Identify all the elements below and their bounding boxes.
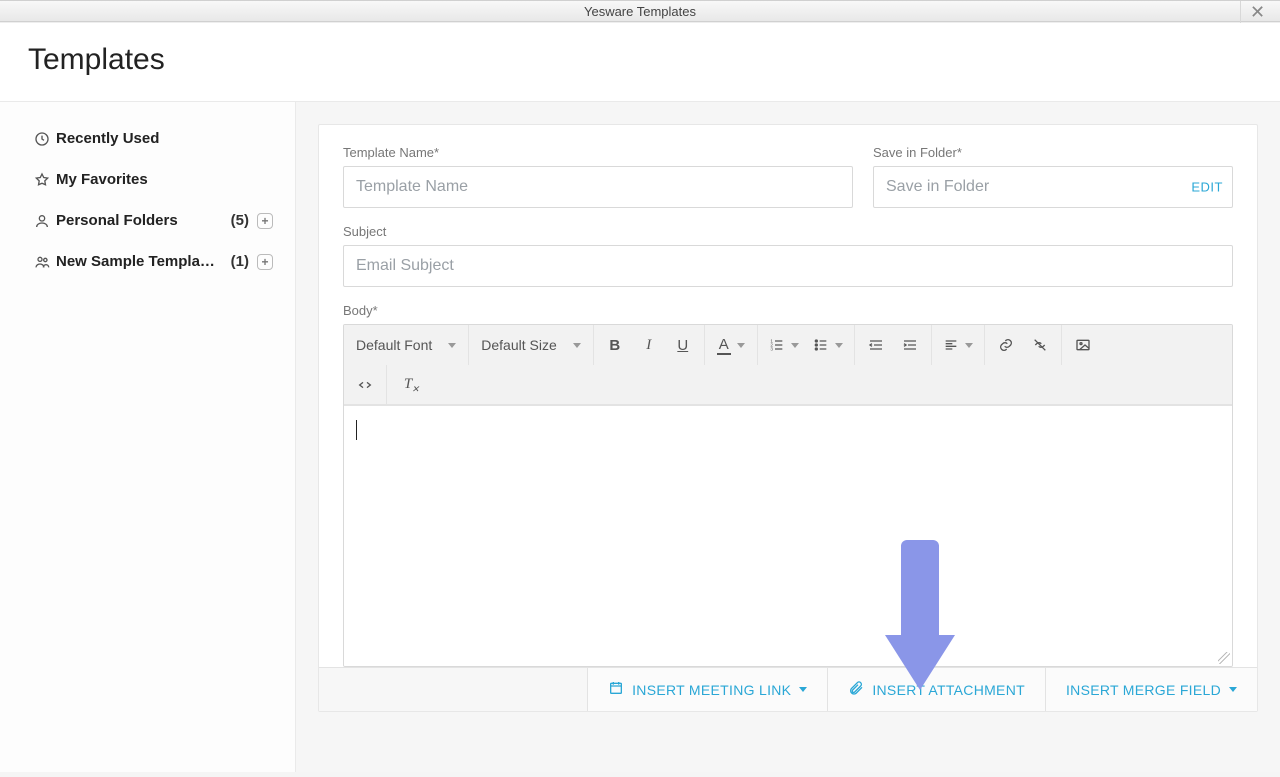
sidebar-item-label: Recently Used [56, 130, 273, 147]
font-family-select[interactable]: Default Font [348, 331, 464, 359]
paperclip-icon [848, 680, 864, 699]
close-button[interactable]: ✕ [1240, 1, 1274, 23]
underline-button[interactable]: U [666, 329, 700, 361]
image-button[interactable] [1066, 329, 1100, 361]
body-label: Body* [343, 303, 1233, 318]
folder-label: Save in Folder* [873, 145, 1233, 160]
page-header: Templates [0, 23, 1280, 102]
subject-input[interactable] [343, 245, 1233, 287]
sidebar-item-count: (1) [231, 253, 249, 270]
code-view-button[interactable] [348, 369, 382, 401]
chevron-down-icon [799, 687, 807, 692]
sidebar: Recently Used My Favorites Personal Fold… [0, 102, 296, 772]
ordered-list-button[interactable]: 123 [762, 329, 806, 361]
insert-merge-field-button[interactable]: INSERT MERGE FIELD [1046, 668, 1257, 711]
sidebar-item-personal-folders[interactable]: Personal Folders (5) + [0, 200, 295, 241]
edit-folder-link[interactable]: EDIT [1191, 180, 1223, 195]
rich-text-editor: Default Font Default Size B I [343, 324, 1233, 667]
subject-label: Subject [343, 224, 1233, 239]
sidebar-item-my-favorites[interactable]: My Favorites [0, 159, 295, 200]
sidebar-item-label: My Favorites [56, 171, 273, 188]
insert-attachment-button[interactable]: INSERT ATTACHMENT [828, 668, 1046, 711]
folder-input[interactable] [873, 166, 1233, 208]
star-icon [34, 172, 56, 188]
font-size-select[interactable]: Default Size [473, 331, 588, 359]
unlink-button[interactable] [1023, 329, 1057, 361]
align-button[interactable] [936, 329, 980, 361]
text-cursor [356, 420, 357, 440]
italic-button[interactable]: I [632, 329, 666, 361]
template-name-label: Template Name* [343, 145, 853, 160]
sidebar-item-new-sample-templates[interactable]: New Sample Templa… (1) + [0, 241, 295, 282]
template-name-input[interactable] [343, 166, 853, 208]
calendar-icon [608, 680, 624, 699]
window-titlebar: Yesware Templates ✕ [0, 0, 1280, 22]
sidebar-item-label: Personal Folders [56, 212, 225, 229]
chevron-down-icon [1229, 687, 1237, 692]
window-title: Yesware Templates [584, 4, 696, 19]
link-button[interactable] [989, 329, 1023, 361]
add-icon[interactable]: + [257, 254, 273, 270]
indent-button[interactable] [893, 329, 927, 361]
sidebar-item-recently-used[interactable]: Recently Used [0, 118, 295, 159]
resize-handle[interactable] [1218, 652, 1230, 664]
add-icon[interactable]: + [257, 213, 273, 229]
sidebar-item-label: New Sample Templa… [56, 253, 225, 270]
insert-meeting-link-button[interactable]: INSERT MEETING LINK [588, 668, 828, 711]
svg-text:3: 3 [770, 346, 773, 351]
clock-icon [34, 131, 56, 147]
template-form: Template Name* Save in Folder* EDIT Subj… [318, 124, 1258, 712]
editor-body[interactable] [344, 406, 1232, 666]
outdent-button[interactable] [859, 329, 893, 361]
person-icon [34, 213, 56, 229]
people-icon [34, 254, 56, 270]
editor-toolbar: Default Font Default Size B I [344, 325, 1232, 406]
insert-bar: INSERT MEETING LINK INSERT ATTACHMENT IN… [319, 667, 1257, 711]
page-title: Templates [28, 43, 1252, 77]
unordered-list-button[interactable] [806, 329, 850, 361]
sidebar-item-count: (5) [231, 212, 249, 229]
clear-formatting-button[interactable]: T✕ [391, 369, 425, 401]
text-color-button[interactable]: A [709, 329, 753, 361]
bold-button[interactable]: B [598, 329, 632, 361]
